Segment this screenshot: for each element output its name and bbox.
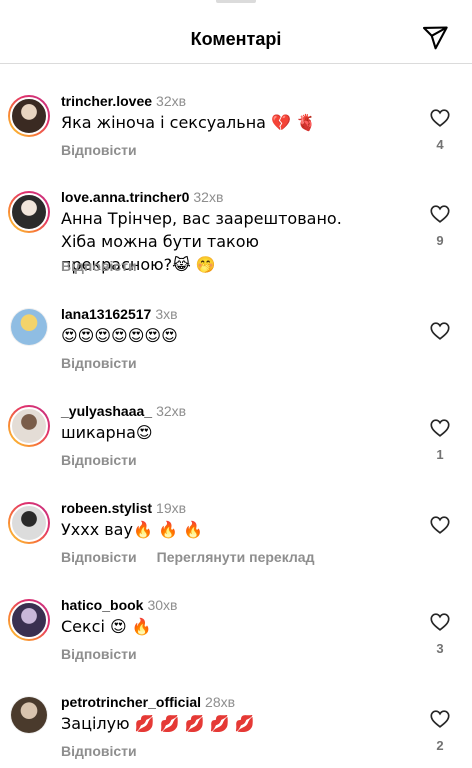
reply-button[interactable]: Відповісти bbox=[61, 452, 137, 468]
comment-actions: Відповісти Переглянути переклад bbox=[61, 548, 314, 566]
reply-button[interactable]: Відповісти bbox=[61, 549, 137, 565]
comment-time: 32хв bbox=[156, 93, 187, 109]
comment-header: _yulyashaaa_ 32хв bbox=[61, 402, 186, 420]
comment-text: Яка жіноча і сексуальна 💔 🫀 bbox=[61, 113, 316, 132]
comment-time: 32хв bbox=[156, 403, 187, 419]
heart-icon[interactable] bbox=[429, 514, 451, 536]
comment-header: petrotrincher_official 28хв bbox=[61, 693, 235, 711]
avatar[interactable] bbox=[8, 191, 50, 233]
reply-button[interactable]: Відповісти bbox=[61, 646, 137, 662]
like-count: 4 bbox=[436, 137, 444, 152]
comment-username[interactable]: robeen.stylist bbox=[61, 500, 152, 516]
reply-button[interactable]: Відповісти bbox=[61, 743, 137, 759]
comments-header: Коментарі bbox=[0, 0, 472, 64]
comment-header: lana13162517 3хв bbox=[61, 305, 178, 323]
like-count: 2 bbox=[436, 738, 444, 753]
paper-plane-icon[interactable] bbox=[421, 24, 449, 52]
heart-icon[interactable] bbox=[429, 320, 451, 342]
comment-text: Сексі 😍 🔥 bbox=[61, 617, 152, 636]
comment-actions: Відповісти bbox=[61, 645, 137, 663]
heart-icon[interactable] bbox=[429, 708, 451, 730]
like-count: 3 bbox=[436, 641, 444, 656]
avatar[interactable] bbox=[8, 405, 50, 447]
reply-button[interactable]: Відповісти bbox=[61, 142, 137, 158]
comment-text: Зацілую 💋 💋 💋 💋 💋 bbox=[61, 714, 255, 733]
comment-header: trincher.lovee 32хв bbox=[61, 92, 186, 110]
comment-time: 3хв bbox=[155, 306, 178, 322]
avatar[interactable] bbox=[10, 696, 48, 734]
comment-time: 32хв bbox=[193, 189, 224, 205]
comment-actions: Відповісти bbox=[61, 451, 137, 469]
like-count: 9 bbox=[436, 233, 444, 248]
comment-username[interactable]: hatico_book bbox=[61, 597, 143, 613]
comment-username[interactable]: love.anna.trincher0 bbox=[61, 189, 189, 205]
comment-username[interactable]: trincher.lovee bbox=[61, 93, 152, 109]
comment-actions: Відповісти bbox=[61, 354, 137, 372]
comment-time: 30хв bbox=[147, 597, 178, 613]
comment-username[interactable]: lana13162517 bbox=[61, 306, 151, 322]
comment-actions: Відповісти bbox=[61, 257, 137, 275]
comment-time: 19хв bbox=[156, 500, 187, 516]
comment-header: hatico_book 30хв bbox=[61, 596, 177, 614]
comment-username[interactable]: _yulyashaaa_ bbox=[61, 403, 152, 419]
comment-text: шикарна😍 bbox=[61, 423, 153, 442]
heart-icon[interactable] bbox=[429, 107, 451, 129]
heart-icon[interactable] bbox=[429, 611, 451, 633]
comment-text: 😍😍😍😍😍😍😍 bbox=[61, 326, 178, 345]
comment-actions: Відповісти bbox=[61, 141, 137, 159]
heart-icon[interactable] bbox=[429, 203, 451, 225]
avatar[interactable] bbox=[8, 502, 50, 544]
reply-button[interactable]: Відповісти bbox=[61, 258, 137, 274]
reply-button[interactable]: Відповісти bbox=[61, 355, 137, 371]
like-count: 1 bbox=[436, 447, 444, 462]
page-title: Коментарі bbox=[190, 29, 282, 49]
avatar[interactable] bbox=[8, 599, 50, 641]
comment-text: Уххх вау🔥 🔥 🔥 bbox=[61, 520, 203, 539]
comment-header: love.anna.trincher0 32хв bbox=[61, 188, 223, 206]
comment-username[interactable]: petrotrincher_official bbox=[61, 694, 201, 710]
see-translation-button[interactable]: Переглянути переклад bbox=[157, 549, 315, 565]
heart-icon[interactable] bbox=[429, 417, 451, 439]
avatar[interactable] bbox=[10, 308, 48, 346]
comment-header: robeen.stylist 19хв bbox=[61, 499, 186, 517]
comment-time: 28хв bbox=[205, 694, 236, 710]
avatar[interactable] bbox=[8, 95, 50, 137]
comment-actions: Відповісти bbox=[61, 742, 137, 760]
